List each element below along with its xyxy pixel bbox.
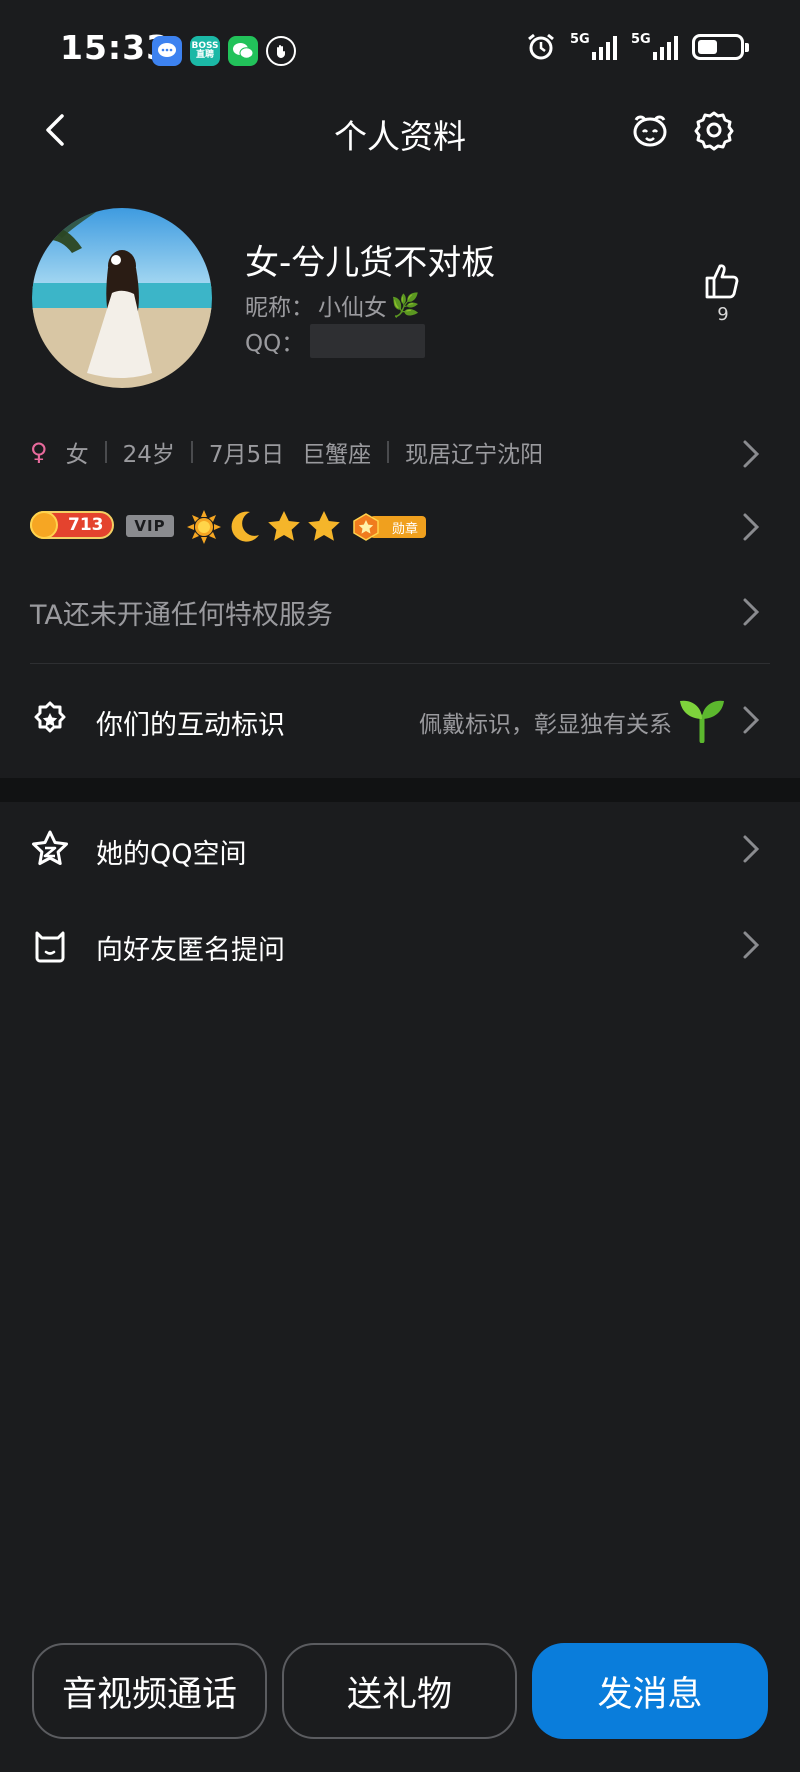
wechat-app-icon bbox=[228, 36, 258, 66]
send-message-button[interactable]: 发消息 bbox=[532, 1643, 768, 1739]
nickname-value: 小仙女 bbox=[318, 295, 387, 321]
status-app-icons: BOSS 直聘 bbox=[152, 36, 296, 66]
like-count: 9 bbox=[717, 304, 729, 325]
qq-label: QQ： bbox=[245, 331, 305, 357]
thumbs-up-icon bbox=[705, 264, 739, 299]
qzone-star-icon bbox=[32, 830, 68, 865]
interaction-tag-row[interactable]: 你们的互动标识 佩戴标识，彰显独有关系 bbox=[0, 695, 800, 745]
separator bbox=[190, 441, 193, 463]
cat-box-icon bbox=[35, 931, 65, 963]
signal-5g-2: 5G bbox=[631, 32, 678, 60]
female-icon: ♀ bbox=[30, 438, 48, 466]
gear-icon[interactable] bbox=[692, 108, 736, 152]
badges-row[interactable]: 713 VIP 勋章 bbox=[0, 505, 800, 549]
send-gift-button[interactable]: 送礼物 bbox=[282, 1643, 517, 1739]
qzone-row[interactable]: 她的QQ空间 bbox=[0, 824, 800, 874]
status-right: 5G 5G bbox=[526, 32, 749, 62]
star-icon bbox=[308, 511, 340, 541]
chevron-right-icon bbox=[743, 513, 760, 541]
hand-app-icon bbox=[266, 36, 296, 66]
privilege-row[interactable]: TA还未开通任何特权服务 bbox=[0, 592, 800, 632]
nickname: 昵称： 小仙女 🌿 bbox=[245, 288, 420, 322]
interaction-tag-label: 你们的互动标识 bbox=[96, 710, 285, 741]
signal-5g-1: 5G bbox=[570, 32, 617, 60]
nickname-emoji: 🌿 bbox=[391, 292, 420, 319]
qzone-label: 她的QQ空间 bbox=[96, 839, 247, 870]
separator bbox=[104, 441, 107, 463]
chevron-right-icon bbox=[743, 598, 760, 626]
like-button[interactable]: 9 bbox=[700, 262, 746, 325]
birthday-text: 7月5日 bbox=[208, 442, 285, 468]
location-text: 现居辽宁沈阳 bbox=[405, 442, 544, 468]
gender-text: 女 bbox=[65, 442, 89, 468]
qq-number: QQ： bbox=[245, 324, 426, 358]
video-call-button[interactable]: 音视频通话 bbox=[32, 1643, 267, 1739]
battery-icon bbox=[692, 34, 749, 60]
message-app-icon bbox=[152, 36, 182, 66]
section-gap bbox=[0, 778, 800, 802]
sun-icon bbox=[187, 510, 221, 544]
anonymous-ask-row[interactable]: 向好友匿名提问 bbox=[0, 920, 800, 970]
age-text: 24岁 bbox=[122, 442, 175, 468]
sun-level-icon bbox=[30, 511, 58, 539]
chevron-right-icon bbox=[743, 440, 760, 468]
chevron-right-icon bbox=[743, 931, 760, 959]
level-badge: 713 bbox=[30, 511, 114, 539]
moon-icon bbox=[231, 511, 259, 542]
divider bbox=[30, 663, 770, 664]
separator bbox=[387, 441, 390, 463]
chevron-right-icon bbox=[743, 835, 760, 863]
page-title: 个人资料 bbox=[334, 117, 466, 156]
avatar[interactable] bbox=[32, 208, 212, 388]
star-icon bbox=[268, 511, 300, 541]
alarm-icon bbox=[528, 33, 554, 60]
status-bar: 15:33 BOSS 直聘 5G 5G bbox=[0, 0, 800, 100]
anonymous-ask-label: 向好友匿名提问 bbox=[96, 935, 285, 966]
zodiac-text: 巨蟹座 bbox=[302, 442, 372, 468]
nav-bar: 个人资料 bbox=[0, 100, 800, 160]
medal-star-icon bbox=[353, 513, 379, 541]
interaction-tag-hint: 佩戴标识，彰显独有关系 bbox=[419, 712, 672, 738]
boss-zhipin-app-icon: BOSS 直聘 bbox=[190, 36, 220, 66]
pet-face-icon[interactable] bbox=[628, 108, 672, 152]
medal-badge: 勋章 bbox=[352, 513, 426, 541]
nickname-label: 昵称： bbox=[245, 295, 314, 321]
qq-number-mask bbox=[310, 324, 426, 358]
privilege-text: TA还未开通任何特权服务 bbox=[30, 599, 333, 631]
vip-badge: VIP bbox=[126, 515, 174, 537]
interaction-badge-icon bbox=[34, 701, 66, 733]
profile-info-row[interactable]: ♀ 女 24岁 7月5日 巨蟹座 现居辽宁沈阳 bbox=[0, 432, 800, 472]
profile-name: 女-兮儿货不对板 bbox=[245, 243, 496, 283]
chevron-right-icon bbox=[743, 706, 760, 734]
sprout-icon bbox=[680, 700, 724, 743]
level-number: 713 bbox=[68, 515, 104, 535]
